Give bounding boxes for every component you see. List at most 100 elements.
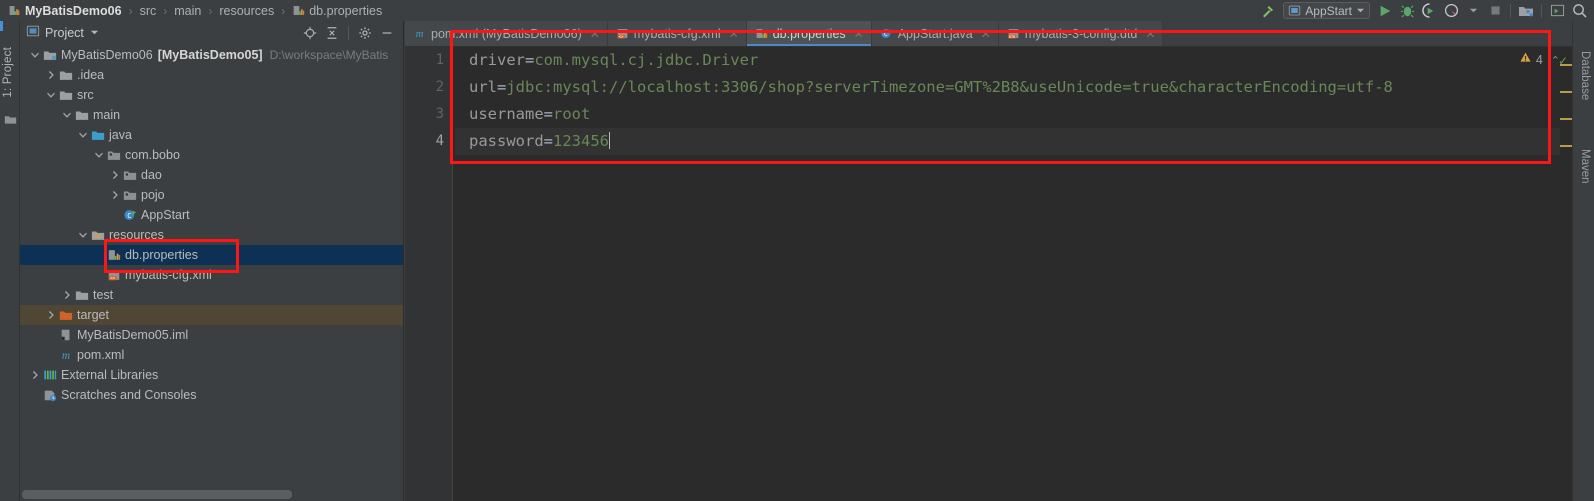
run-with-coverage-icon[interactable] <box>1418 0 1440 21</box>
error-stripe-marker-gutter[interactable]: ✓ <box>1558 47 1572 501</box>
top-navigation-bar: MyBatisDemo06 › src › main › resources › db.prop… <box>0 0 1594 21</box>
tool-window-button-database[interactable]: Database <box>1579 51 1591 100</box>
line-number: 2 <box>435 79 444 95</box>
project-window-icon <box>26 24 40 43</box>
close-icon[interactable]: ✕ <box>981 27 991 41</box>
editor-tab-db-properties[interactable]: db.properties ✕ <box>746 21 872 46</box>
breadcrumb-item-src[interactable]: src <box>140 4 157 18</box>
build-hammer-icon[interactable] <box>1257 0 1279 21</box>
breadcrumb-item-resources[interactable]: resources <box>219 4 274 18</box>
xml-file-icon: <> <box>616 27 629 40</box>
properties-file-icon <box>105 248 123 262</box>
chevron-down-icon <box>1356 8 1365 13</box>
warning-stripe-marker[interactable] <box>1560 145 1572 147</box>
run-icon[interactable] <box>1374 0 1396 21</box>
profiler-icon[interactable] <box>1440 0 1462 21</box>
tool-window-button-maven[interactable]: Maven <box>1579 149 1591 184</box>
property-key: url <box>469 78 497 96</box>
debug-icon[interactable] <box>1396 0 1418 21</box>
breadcrumb-item-mybatisdemo06[interactable]: MyBatisDemo06 <box>8 4 122 18</box>
editor-tab-appstart-java[interactable]: C AppStart.java ✕ <box>871 21 999 46</box>
chevron-right-icon[interactable] <box>44 70 57 80</box>
stop-icon[interactable] <box>1484 0 1506 21</box>
chevron-down-icon[interactable] <box>28 50 41 60</box>
tree-node-target[interactable]: target <box>20 305 403 325</box>
project-structure-icon[interactable] <box>1515 0 1537 21</box>
toolbar-divider <box>1541 3 1542 18</box>
tree-node-external-libraries[interactable]: External Libraries <box>20 365 403 385</box>
svg-text:C: C <box>127 212 131 220</box>
tree-node-label: main <box>93 108 121 122</box>
chevron-right-icon[interactable] <box>108 170 121 180</box>
chevron-down-icon[interactable] <box>76 130 89 140</box>
close-icon[interactable]: ✕ <box>590 27 600 41</box>
tree-node--idea[interactable]: .idea <box>20 65 403 85</box>
hide-panel-icon[interactable] <box>377 23 397 43</box>
close-icon[interactable]: ✕ <box>729 27 739 41</box>
code-line[interactable]: url=jdbc:mysql://localhost:3306/shop?ser… <box>455 74 1572 101</box>
tree-node-mybatisdemo06[interactable]: MyBatisDemo06 [MyBatisDemo05] D:\workspace… <box>20 45 403 65</box>
tree-node-src[interactable]: src <box>20 85 403 105</box>
tree-node-label: target <box>77 308 109 322</box>
tree-node-java[interactable]: java <box>20 125 403 145</box>
project-horizontal-scrollbar[interactable] <box>22 490 292 499</box>
chevron-down-icon[interactable] <box>92 150 105 160</box>
tree-node-resources[interactable]: resources <box>20 225 403 245</box>
chevron-down-icon[interactable] <box>1462 0 1484 21</box>
tree-node-mybatisdemo05-iml[interactable]: MyBatisDemo05.iml <box>20 325 403 345</box>
terminal-icon[interactable] <box>1546 0 1568 21</box>
chevron-right-icon[interactable] <box>60 290 73 300</box>
project-tool-window: Project MyBatisDemo06 [MyBatisDemo05] D:… <box>20 21 404 501</box>
collapse-all-icon[interactable] <box>322 23 342 43</box>
chevron-down-icon[interactable] <box>76 230 89 240</box>
code-content[interactable]: driver=com.mysql.cj.jdbc.Driver url=jdbc:… <box>455 47 1572 501</box>
editor-body[interactable]: 1234 driver=com.mysql.cj.jdbc.Driver url=… <box>405 47 1572 501</box>
property-equals: = <box>543 132 553 150</box>
search-everywhere-icon[interactable] <box>1568 0 1590 21</box>
toolbar-divider <box>1510 3 1511 18</box>
warning-stripe-marker[interactable] <box>1560 118 1572 120</box>
editor-tab-mybatis-cfg-xml[interactable]: <> mybatis-cfg.xml ✕ <box>607 21 747 46</box>
chevron-right-icon[interactable] <box>108 190 121 200</box>
tree-node-scratches-and-consoles[interactable]: Scratches and Consoles <box>20 385 403 405</box>
chevron-down-icon[interactable] <box>90 24 99 42</box>
tree-node-main[interactable]: main <box>20 105 403 125</box>
tree-node-db-properties[interactable]: db.properties <box>20 245 403 265</box>
editor-tab-mybatis-3-config-dtd[interactable]: DTD mybatis-3-config.dtd ✕ <box>998 21 1164 46</box>
code-line[interactable]: password=123456 <box>455 128 1572 155</box>
close-icon[interactable]: ✕ <box>1145 27 1155 41</box>
chevron-right-icon[interactable] <box>44 310 57 320</box>
tool-window-button-project[interactable]: 1: Project <box>2 47 14 98</box>
tree-node-pojo[interactable]: pojo <box>20 185 403 205</box>
property-value: com.mysql.cj.jdbc.Driver <box>534 51 759 69</box>
tree-node-pom-xml[interactable]: m pom.xml <box>20 345 403 365</box>
chevron-down-icon[interactable] <box>44 90 57 100</box>
tree-node-mybatis-cfg-xml[interactable]: <> mybatis-cfg.xml <box>20 265 403 285</box>
iml-file-icon <box>57 328 75 342</box>
folder-icon <box>73 288 91 302</box>
breadcrumb-item-db-properties[interactable]: db.properties <box>292 4 382 18</box>
close-icon[interactable]: ✕ <box>854 27 864 41</box>
property-key: driver <box>469 51 525 69</box>
settings-gear-icon[interactable] <box>355 23 375 43</box>
tree-node-test[interactable]: test <box>20 285 403 305</box>
tree-node-dao[interactable]: dao <box>20 165 403 185</box>
code-line[interactable]: username=root <box>455 101 1572 128</box>
project-tree[interactable]: MyBatisDemo06 [MyBatisDemo05] D:\workspace… <box>20 45 403 485</box>
code-line[interactable]: driver=com.mysql.cj.jdbc.Driver <box>455 47 1572 74</box>
select-opened-file-icon[interactable] <box>300 23 320 43</box>
inspection-widget[interactable]: 4 ⌃ <box>1519 51 1560 69</box>
property-key: password <box>469 132 544 150</box>
property-value: jdbc:mysql://localhost:3306/shop?serverT… <box>506 78 1393 96</box>
editor-tab-pom-xml-mybatisdemo06-[interactable]: m pom.xml (MyBatisDemo06) ✕ <box>405 21 608 46</box>
tree-node-com-bobo[interactable]: com.bobo <box>20 145 403 165</box>
warning-stripe-marker[interactable] <box>1560 91 1572 93</box>
breadcrumb-item-main[interactable]: main <box>174 4 201 18</box>
structure-icon[interactable] <box>4 113 17 131</box>
chevron-down-icon[interactable] <box>60 110 73 120</box>
run-config-selector[interactable]: AppStart <box>1283 2 1370 19</box>
tree-node-appstart[interactable]: C AppStart <box>20 205 403 225</box>
properties-file-icon <box>292 4 305 17</box>
warning-stripe-marker[interactable] <box>1560 64 1572 66</box>
chevron-right-icon[interactable] <box>28 370 41 380</box>
